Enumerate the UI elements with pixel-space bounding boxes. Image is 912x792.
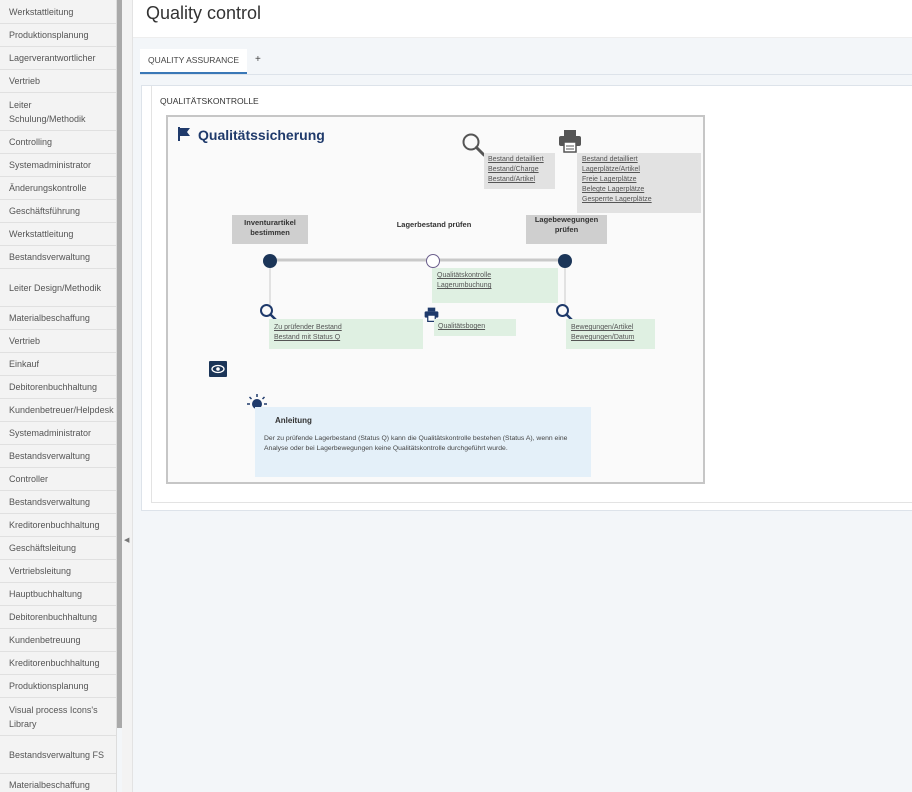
process-node-1[interactable] bbox=[263, 254, 277, 268]
page-title: Quality control bbox=[146, 3, 262, 23]
sidebar-item[interactable]: Produktionsplanung bbox=[0, 24, 116, 47]
section-title: QUALITÄTSKONTROLLE bbox=[160, 96, 259, 106]
print-link-box: Qualitätsbogen bbox=[434, 319, 516, 336]
sidebar-item[interactable]: Visual process Icons's Library bbox=[0, 698, 116, 736]
sidebar-item[interactable]: Controlling bbox=[0, 131, 116, 154]
tab-bar: QUALITY ASSURANCE + bbox=[140, 49, 269, 74]
instruction-title: Anleitung bbox=[275, 416, 312, 425]
add-tab-button[interactable]: + bbox=[247, 49, 269, 74]
sidebar-item[interactable]: Geschäftsleitung bbox=[0, 537, 116, 560]
sidebar-item[interactable]: Kundenbetreuung bbox=[0, 629, 116, 652]
sidebar-item[interactable]: Werkstattleitung bbox=[0, 0, 116, 24]
process-node-3[interactable] bbox=[558, 254, 572, 268]
instruction-box: Anleitung Der zu prüfende Lagerbestand (… bbox=[255, 407, 591, 477]
step2-links-box: Qualitätskontrolle Lagerumbuchung bbox=[432, 268, 558, 303]
sidebar-item[interactable]: Änderungskontrolle bbox=[0, 177, 116, 200]
sidebar-item[interactable]: Kundenbetreuer/Helpdesk bbox=[0, 399, 116, 422]
sidebar-item[interactable]: Vertriebsleitung bbox=[0, 560, 116, 583]
sidebar-item[interactable]: Vertrieb bbox=[0, 330, 116, 353]
sidebar-item[interactable]: Lagerverantwortlicher bbox=[0, 47, 116, 70]
link-bewegungen-artikel[interactable]: Bewegungen/Artikel bbox=[571, 323, 650, 333]
sidebar-item[interactable]: Materialbeschaffung bbox=[0, 307, 116, 330]
tab-divider bbox=[140, 74, 912, 75]
sidebar-item[interactable]: Geschäftsführung bbox=[0, 200, 116, 223]
sidebar-item[interactable]: Debitorenbuchhaltung bbox=[0, 376, 116, 399]
sidebar-item[interactable]: Controller bbox=[0, 468, 116, 491]
link-bestand-status-q[interactable]: Bestand mit Status Q bbox=[274, 333, 418, 343]
sidebar-item[interactable]: Produktionsplanung bbox=[0, 675, 116, 698]
sidebar-item[interactable]: Bestandsverwaltung FS bbox=[0, 736, 116, 774]
tab-quality-assurance[interactable]: QUALITY ASSURANCE bbox=[140, 49, 248, 74]
sidebar: Werkstattleitung Produktionsplanung Lage… bbox=[0, 0, 117, 792]
sidebar-item[interactable]: Systemadministrator bbox=[0, 422, 116, 445]
sidebar-item[interactable]: Bestandsverwaltung bbox=[0, 491, 116, 514]
sidebar-collapse-strip[interactable] bbox=[122, 0, 133, 792]
sidebar-item[interactable]: Kreditorenbuchhaltung bbox=[0, 514, 116, 537]
sidebar-item[interactable]: Kreditorenbuchhaltung bbox=[0, 652, 116, 675]
sidebar-item[interactable]: Vertrieb bbox=[0, 70, 116, 93]
sidebar-item[interactable]: Materialbeschaffung bbox=[0, 774, 116, 792]
sidebar-item[interactable]: Leiter Design/Methodik bbox=[0, 269, 116, 307]
sidebar-item[interactable]: Systemadministrator bbox=[0, 154, 116, 177]
link-zu-pruefender-bestand[interactable]: Zu prüfender Bestand bbox=[274, 323, 418, 333]
link-bewegungen-datum[interactable]: Bewegungen/Datum bbox=[571, 333, 650, 343]
sidebar-item[interactable]: Bestandsverwaltung bbox=[0, 445, 116, 468]
sidebar-item[interactable]: Einkauf bbox=[0, 353, 116, 376]
instruction-text: Der zu prüfende Lagerbestand (Status Q) … bbox=[264, 435, 568, 452]
sidebar-item[interactable]: Werkstattleitung bbox=[0, 223, 116, 246]
sidebar-item[interactable]: Hauptbuchhaltung bbox=[0, 583, 116, 606]
link-lagerumbuchung[interactable]: Lagerumbuchung bbox=[437, 281, 553, 291]
sidebar-item[interactable]: Debitorenbuchhaltung bbox=[0, 606, 116, 629]
collapse-arrow-icon[interactable]: ◀ bbox=[124, 536, 129, 544]
link-qualitaetsbogen[interactable]: Qualitätsbogen bbox=[438, 322, 512, 332]
step3-links-box: Bewegungen/Artikel Bewegungen/Datum bbox=[566, 319, 655, 349]
process-node-2[interactable] bbox=[426, 254, 440, 268]
link-qualitaetskontrolle[interactable]: Qualitätskontrolle bbox=[437, 271, 553, 281]
eye-icon[interactable] bbox=[209, 361, 227, 377]
sidebar-item[interactable]: Leiter Schulung/Methodik bbox=[0, 93, 116, 131]
page-header: Quality control bbox=[133, 0, 912, 38]
process-diagram: Qualitätssicherung Bestand detailliert B… bbox=[166, 115, 705, 484]
sidebar-item[interactable]: Bestandsverwaltung bbox=[0, 246, 116, 269]
step1-links-box: Zu prüfender Bestand Bestand mit Status … bbox=[269, 319, 423, 349]
